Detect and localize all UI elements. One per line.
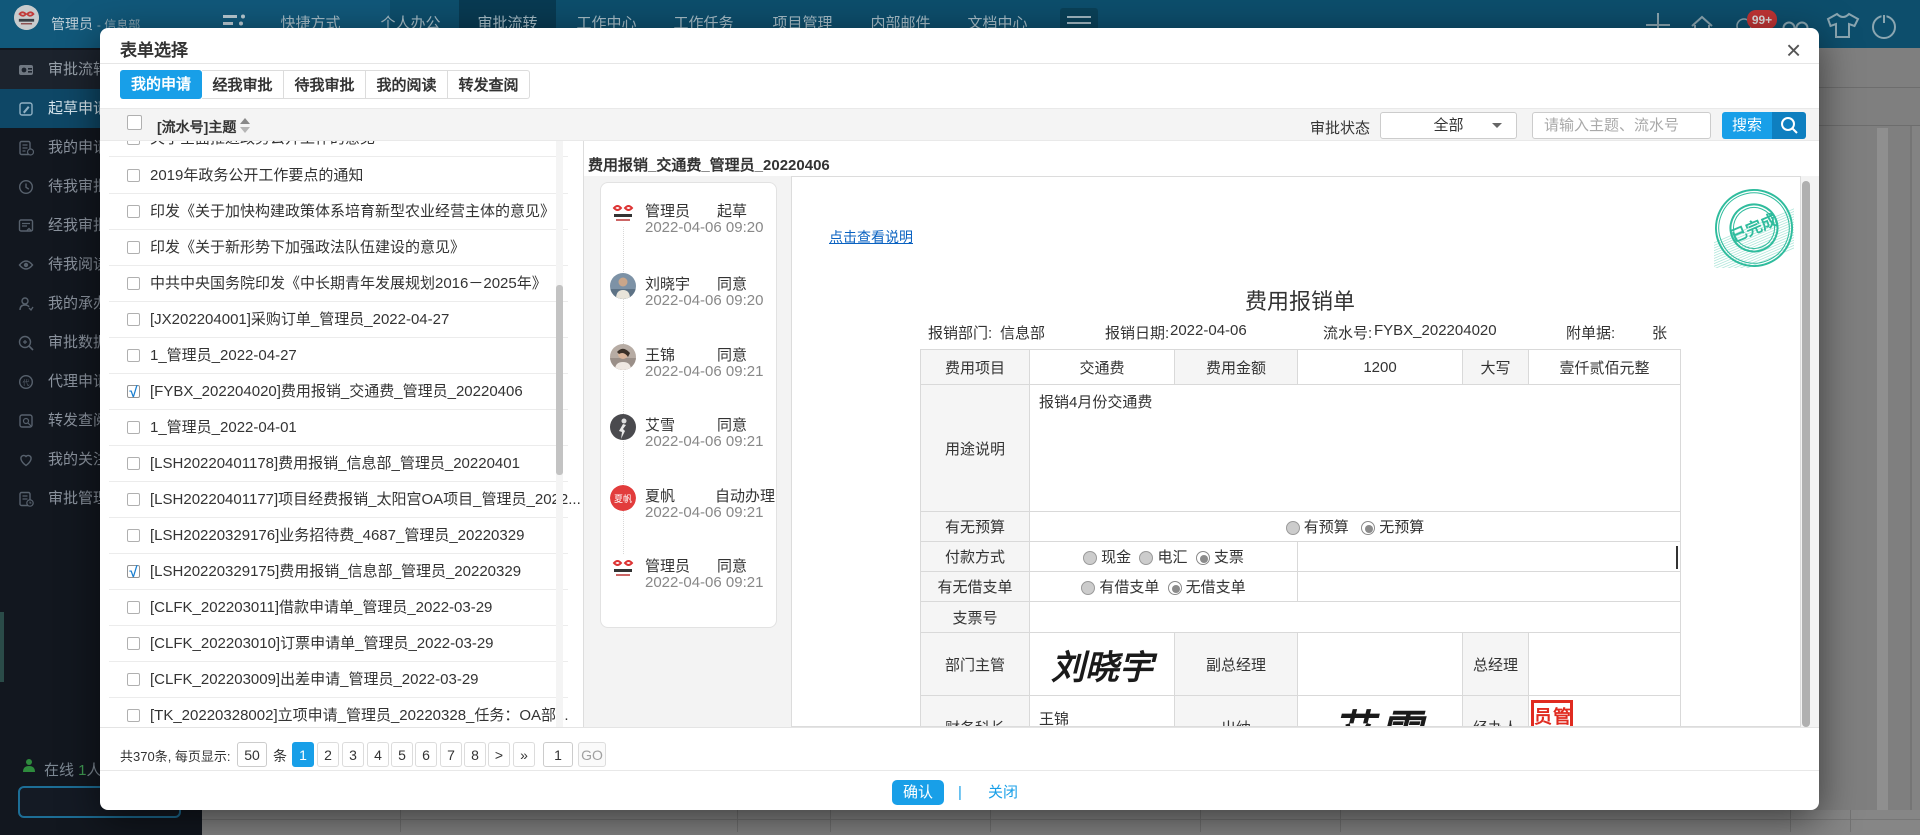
svg-text:99+: 99+ [1752,13,1772,27]
svg-text:代: 代 [23,378,30,387]
svg-text:夏帆: 夏帆 [614,493,632,504]
svg-text:已完成: 已完成 [1728,210,1780,246]
